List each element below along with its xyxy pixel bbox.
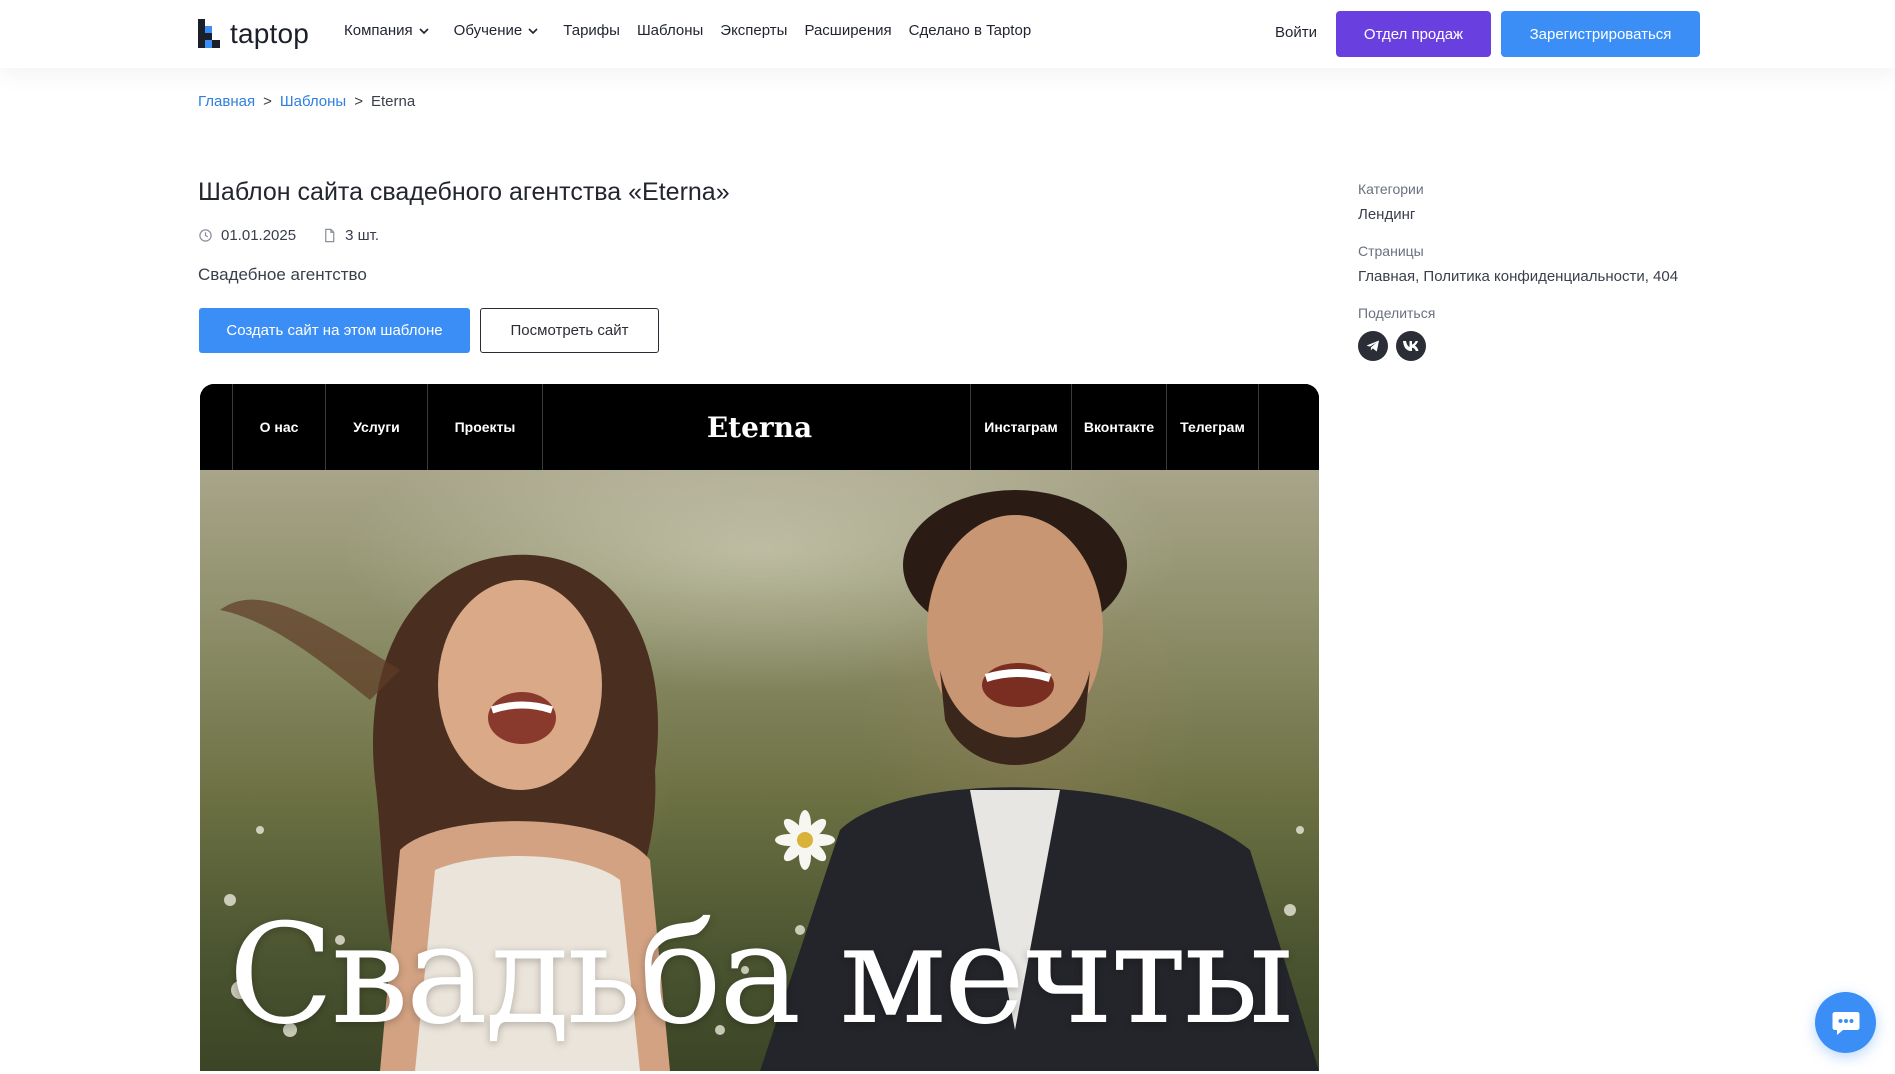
nav-item-label: Расширения xyxy=(804,22,892,39)
template-date: 01.01.2025 xyxy=(221,227,297,244)
preview-nav-projects: Проекты xyxy=(427,384,543,470)
page-title: Шаблон сайта свадебного агентства «Etern… xyxy=(198,178,730,206)
taptop-logo-icon xyxy=(198,19,220,48)
nav-item-made-in-taptop[interactable]: Сделано в Taptop xyxy=(909,22,1032,39)
categories-value[interactable]: Лендинг xyxy=(1358,206,1758,223)
breadcrumb: Главная > Шаблоны > Eterna xyxy=(198,93,415,110)
preview-nav-services: Услуги xyxy=(325,384,427,470)
nav-item-label: Сделано в Taptop xyxy=(908,22,1032,39)
categories-label: Категории xyxy=(1358,181,1424,197)
page-document-icon xyxy=(325,228,335,243)
share-buttons xyxy=(1358,331,1758,361)
vk-icon xyxy=(1403,341,1419,351)
history-clock-icon xyxy=(199,229,212,242)
pages-value: Главная, Политика конфиденциальности, 40… xyxy=(1358,268,1679,285)
nav-item-label: Эксперты xyxy=(720,22,788,39)
share-vk-button[interactable] xyxy=(1396,331,1426,361)
template-meta: 01.01.2025 3 шт. xyxy=(198,227,379,244)
chevron-down-icon xyxy=(528,27,538,34)
sales-button[interactable]: Отдел продаж xyxy=(1336,11,1491,57)
chat-bubble-icon xyxy=(1832,1011,1859,1035)
login-link[interactable]: Войти xyxy=(1275,24,1317,41)
template-sidebar: Категории Лендинг Страницы Главная, Поли… xyxy=(1358,181,1758,381)
breadcrumb-home[interactable]: Главная xyxy=(198,93,255,110)
template-preview[interactable]: О нас Услуги Проекты Инстаграм Вконтакте… xyxy=(200,384,1319,1071)
hero-photo: Свадьба мечты xyxy=(200,470,1319,1071)
breadcrumb-current: Eterna xyxy=(370,93,416,110)
pages-block: Страницы Главная, Политика конфиденциаль… xyxy=(1358,243,1758,285)
chevron-down-icon xyxy=(419,27,429,34)
preview-headline: Свадьба мечты xyxy=(228,894,1293,1055)
nav-item-pricing[interactable]: Тарифы xyxy=(563,22,620,39)
view-site-button[interactable]: Посмотреть сайт xyxy=(480,308,659,353)
template-pages-count: 3 шт. xyxy=(345,227,379,244)
preview-nav-vkontakte: Вконтакте xyxy=(1071,384,1166,470)
preview-nav-about: О нас xyxy=(232,384,325,470)
template-description: Свадебное агентство xyxy=(198,265,367,284)
nav-item-label: Шаблоны xyxy=(636,22,704,39)
nav-item-templates[interactable]: Шаблоны xyxy=(637,22,703,39)
breadcrumb-separator: > xyxy=(263,93,272,110)
telegram-icon xyxy=(1366,340,1379,352)
nav-item-learning[interactable]: Обучение xyxy=(454,22,539,39)
preview-nav-instagram: Инстаграм xyxy=(970,384,1071,470)
share-block: Поделиться xyxy=(1358,305,1758,361)
main-nav: Компания Обучение Тарифы Шаблоны Эксперт… xyxy=(344,22,1031,39)
site-header: taptop Компания Обучение Тарифы Шаблоны … xyxy=(0,0,1895,68)
nav-item-label: Тарифы xyxy=(563,22,620,39)
logo-text: taptop xyxy=(230,18,310,49)
preview-nav: О нас Услуги Проекты Инстаграм Вконтакте… xyxy=(200,384,1319,470)
pages-label: Страницы xyxy=(1358,243,1424,259)
nav-item-experts[interactable]: Эксперты xyxy=(720,22,787,39)
share-label: Поделиться xyxy=(1358,305,1436,321)
breadcrumb-separator: > xyxy=(354,93,363,110)
chat-widget-button[interactable] xyxy=(1815,992,1876,1053)
nav-item-label: Обучение xyxy=(453,22,523,39)
preview-nav-telegram: Телеграм xyxy=(1166,384,1259,470)
share-telegram-button[interactable] xyxy=(1358,331,1388,361)
create-site-button[interactable]: Создать сайт на этом шаблоне xyxy=(199,308,470,353)
categories-block: Категории Лендинг xyxy=(1358,181,1758,223)
register-button[interactable]: Зарегистрироваться xyxy=(1501,11,1700,57)
nav-item-extensions[interactable]: Расширения xyxy=(804,22,891,39)
taptop-logo[interactable]: taptop xyxy=(198,18,309,50)
nav-item-company[interactable]: Компания xyxy=(344,22,429,39)
breadcrumb-templates[interactable]: Шаблоны xyxy=(280,93,346,110)
nav-item-label: Компания xyxy=(344,22,413,39)
